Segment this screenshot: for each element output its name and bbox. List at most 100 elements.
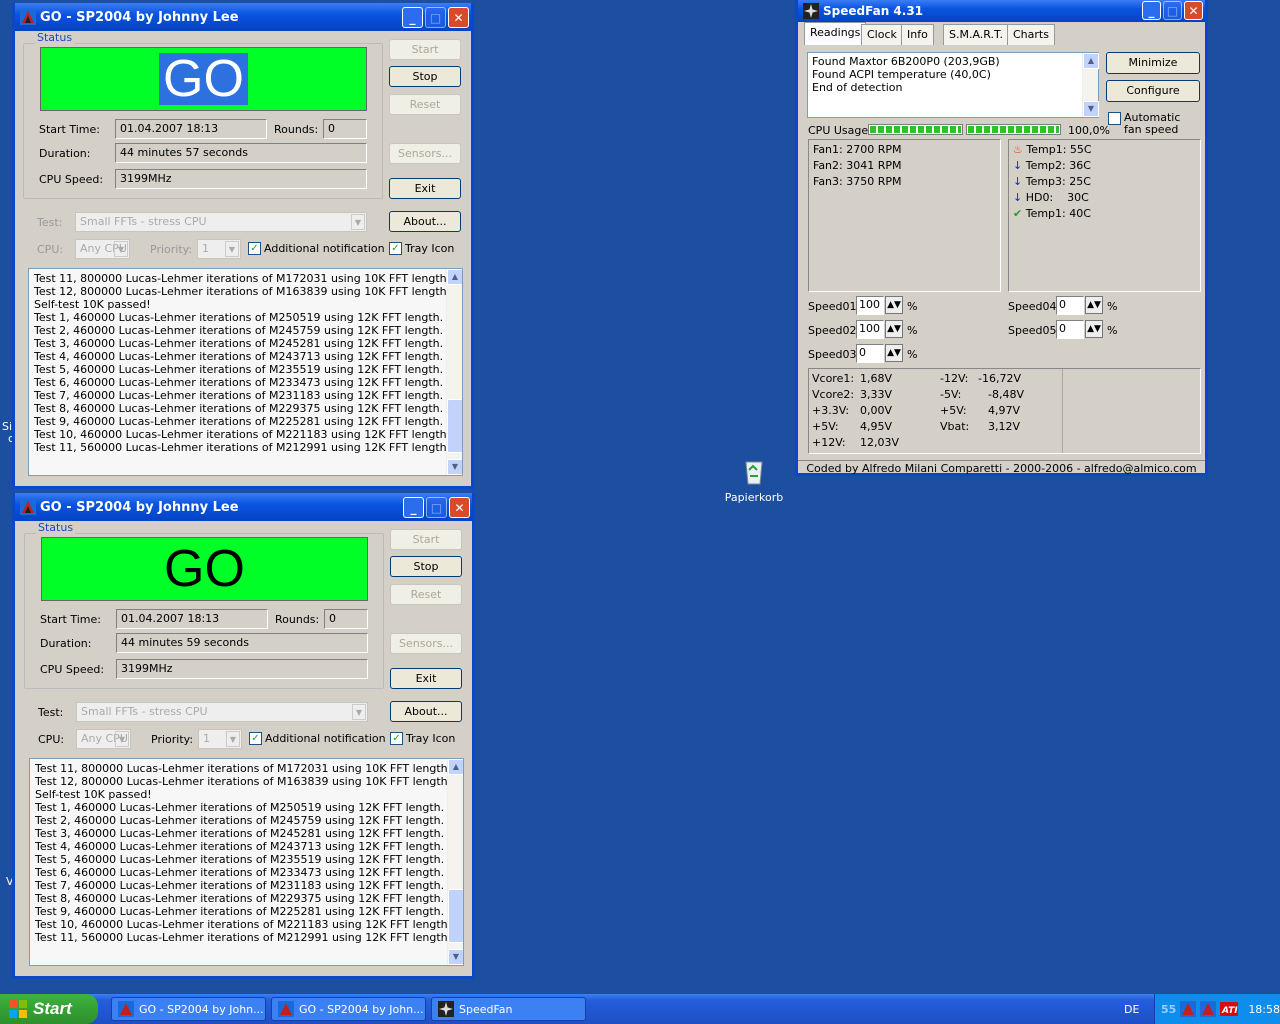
scroll-down-icon[interactable]: ▼	[448, 949, 463, 965]
scroll-thumb[interactable]	[448, 889, 463, 943]
detection-messages[interactable]: Found Maxtor 6B200P0 (203,9GB) Found ACP…	[807, 52, 1099, 118]
exit-button[interactable]: Exit	[390, 668, 462, 689]
speed05-spinner-icon[interactable]: ▲▼	[1085, 320, 1103, 338]
prime-tray-icon[interactable]	[1200, 1001, 1217, 1017]
stop-button[interactable]: Stop	[389, 66, 461, 87]
cpu-usage-label: CPU Usage	[808, 124, 869, 137]
minimize-button[interactable]: _	[1142, 1, 1161, 20]
priority-select[interactable]: 1 ▼	[198, 729, 242, 749]
speed03-input[interactable]: 0	[856, 344, 884, 363]
rounds-label: Rounds:	[274, 123, 319, 136]
title-bar[interactable]: SpeedFan 4.31 _ □ ✕	[798, 0, 1205, 22]
ati-tray-icon[interactable]: ATI	[1220, 1002, 1239, 1016]
percent-label: %	[1107, 324, 1118, 337]
automatic-fan-speed-checkbox[interactable]: Automatic fan speed	[1108, 112, 1196, 136]
maximize-button[interactable]: □	[425, 7, 446, 28]
flame-icon: ♨	[1013, 143, 1023, 156]
language-indicator[interactable]: DE	[1124, 1003, 1139, 1016]
recycle-bin[interactable]: Papierkorb	[722, 456, 786, 504]
configure-button[interactable]: Configure	[1106, 80, 1200, 102]
cpu-select[interactable]: Any CPU ▼	[76, 729, 131, 749]
additional-notification-checkbox[interactable]: ✓ Additional notification	[248, 242, 385, 255]
temp-label: Temp3: 25C	[1025, 175, 1091, 188]
taskbar-item-prime-2[interactable]: GO - SP2004 by John...	[271, 997, 426, 1021]
additional-notification-checkbox[interactable]: ✓ Additional notification	[249, 732, 386, 745]
start-button[interactable]: Start	[389, 39, 461, 60]
minimize-button[interactable]: _	[402, 7, 423, 28]
minimize-app-button[interactable]: Minimize	[1106, 52, 1200, 74]
start-time-label: Start Time:	[39, 123, 100, 136]
scroll-thumb[interactable]	[447, 399, 462, 453]
start-button[interactable]: Start	[0, 994, 98, 1024]
stop-button[interactable]: Stop	[390, 556, 462, 577]
exit-button[interactable]: Exit	[389, 178, 461, 199]
close-button[interactable]: ✕	[449, 497, 470, 518]
test-select[interactable]: Small FFTs - stress CPU ▼	[76, 702, 368, 722]
log-output[interactable]: Test 11, 800000 Lucas-Lehmer iterations …	[29, 758, 464, 966]
sensors-button[interactable]: Sensors...	[390, 633, 462, 654]
additional-notification-label: Additional notification	[264, 242, 385, 255]
scroll-down-icon[interactable]: ▼	[447, 459, 462, 475]
speedfan-tray-temp[interactable]: 55	[1161, 1003, 1176, 1016]
maximize-button[interactable]: □	[1163, 1, 1182, 20]
speed05-input[interactable]: 0	[1056, 320, 1084, 339]
test-select[interactable]: Small FFTs - stress CPU ▼	[75, 212, 367, 232]
voltage-row: +12V: 12,03V	[812, 436, 937, 452]
cpu-select[interactable]: Any CPU ▼	[75, 239, 130, 259]
voltage-label: +3.3V:	[812, 404, 850, 417]
tab-charts[interactable]: Charts	[1007, 24, 1055, 45]
speed01-spinner-icon[interactable]: ▲▼	[885, 296, 903, 314]
speed02-input[interactable]: 100	[856, 320, 884, 339]
scroll-up-icon[interactable]: ▲	[1083, 53, 1099, 69]
speed04-spinner-icon[interactable]: ▲▼	[1085, 296, 1103, 314]
cpu-usage-bar-1	[868, 124, 963, 135]
start-button[interactable]: Start	[390, 529, 462, 550]
log-lines: Test 11, 800000 Lucas-Lehmer iterations …	[30, 762, 463, 944]
voltage-value: -8,48V	[988, 388, 1024, 401]
reset-button[interactable]: Reset	[390, 584, 462, 605]
duration-label: Duration:	[39, 147, 91, 160]
tab-clock[interactable]: Clock	[861, 24, 903, 45]
title-bar[interactable]: GO - SP2004 by Johnny Lee _ □ ✕	[15, 493, 472, 521]
sensors-button[interactable]: Sensors...	[389, 143, 461, 164]
about-button[interactable]: About...	[390, 701, 462, 722]
tab-readings[interactable]: Readings	[804, 22, 867, 45]
close-button[interactable]: ✕	[1184, 1, 1203, 20]
log-output[interactable]: Test 11, 800000 Lucas-Lehmer iterations …	[28, 268, 463, 476]
prime-app-icon	[118, 1001, 134, 1017]
taskbar-item-prime-1[interactable]: GO - SP2004 by John...	[111, 997, 266, 1021]
priority-select[interactable]: 1 ▼	[197, 239, 241, 259]
speed04-input[interactable]: 0	[1056, 296, 1084, 315]
log-line: Test 3, 460000 Lucas-Lehmer iterations o…	[34, 337, 444, 350]
prime-tray-icon[interactable]	[1180, 1001, 1197, 1017]
log-line: Test 10, 460000 Lucas-Lehmer iterations …	[35, 918, 452, 931]
speed01-input[interactable]: 100	[856, 296, 884, 315]
clock[interactable]: 18:58	[1248, 1003, 1280, 1016]
close-button[interactable]: ✕	[448, 7, 469, 28]
minimize-button[interactable]: _	[403, 497, 424, 518]
speed03-spinner-icon[interactable]: ▲▼	[885, 344, 903, 362]
scroll-down-icon[interactable]: ▼	[1083, 101, 1099, 117]
tray-icon-checkbox[interactable]: ✓ Tray Icon	[390, 732, 455, 745]
log-line: Test 4, 460000 Lucas-Lehmer iterations o…	[35, 840, 445, 853]
messages-scrollbar[interactable]: ▲ ▼	[1082, 53, 1099, 117]
about-button[interactable]: About...	[389, 211, 461, 232]
arrow-down-icon: ↓	[1013, 159, 1023, 172]
taskbar-item-speedfan[interactable]: SpeedFan	[431, 997, 586, 1021]
taskbar-item-label: GO - SP2004 by John...	[139, 1002, 264, 1016]
scroll-up-icon[interactable]: ▲	[448, 759, 463, 775]
log-line: Test 7, 460000 Lucas-Lehmer iterations o…	[34, 389, 444, 402]
log-line: Test 5, 460000 Lucas-Lehmer iterations o…	[34, 363, 444, 376]
reset-button[interactable]: Reset	[389, 94, 461, 115]
scroll-up-icon[interactable]: ▲	[447, 269, 462, 285]
maximize-button[interactable]: □	[426, 497, 447, 518]
tab-smart[interactable]: S.M.A.R.T.	[943, 24, 1009, 45]
log-scrollbar[interactable]: ▲ ▼	[447, 759, 463, 965]
automatic-fan-speed-label: Automatic fan speed	[1124, 111, 1181, 136]
tab-info[interactable]: Info	[901, 24, 934, 45]
log-scrollbar[interactable]: ▲ ▼	[446, 269, 462, 475]
title-bar[interactable]: GO - SP2004 by Johnny Lee _ □ ✕	[15, 3, 471, 31]
speed02-spinner-icon[interactable]: ▲▼	[885, 320, 903, 338]
tray-icon-checkbox[interactable]: ✓ Tray Icon	[389, 242, 454, 255]
log-line: Test 5, 460000 Lucas-Lehmer iterations o…	[35, 853, 445, 866]
